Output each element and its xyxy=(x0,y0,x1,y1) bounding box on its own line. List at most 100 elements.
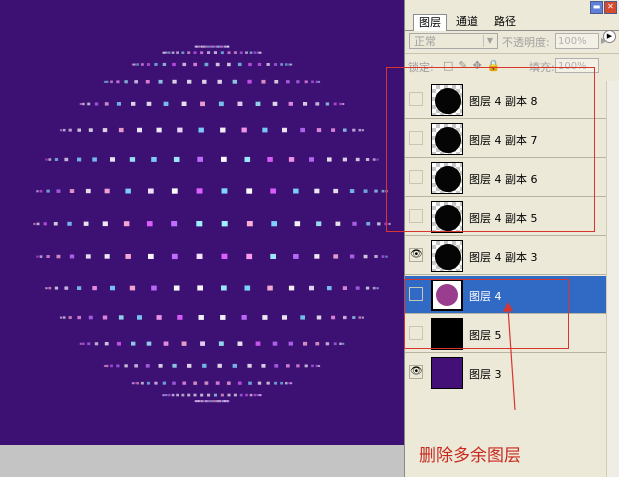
ball-sparkle xyxy=(333,188,339,194)
ball-sparkle xyxy=(151,157,157,162)
ball-sparkle xyxy=(158,79,163,84)
ball-sparkle xyxy=(220,51,224,55)
ball-sparkle xyxy=(309,157,314,162)
ball-sparkle xyxy=(237,101,243,106)
opacity-arrow-icon[interactable]: ▶ xyxy=(601,33,613,49)
ball-sparkle xyxy=(129,285,136,291)
ball-sparkle xyxy=(82,102,85,106)
ball-sparkle xyxy=(315,80,319,83)
opacity-label: 不透明度: xyxy=(502,36,550,49)
ball-sparkle xyxy=(181,101,187,106)
tab-layers[interactable]: 图层 xyxy=(413,14,447,31)
ball-sparkle xyxy=(162,62,167,66)
ball-sparkle xyxy=(304,80,308,84)
ball-sparkle xyxy=(262,127,268,133)
ball-sparkle xyxy=(36,190,39,193)
ball-sparkle xyxy=(205,400,208,403)
ball-sparkle xyxy=(272,341,278,346)
ball-sparkle xyxy=(218,400,221,403)
ball-sparkle xyxy=(355,286,360,290)
ball-sparkle xyxy=(213,393,217,397)
ball-sparkle xyxy=(59,129,63,132)
ball-sparkle xyxy=(285,382,288,385)
ball-sparkle xyxy=(110,157,115,162)
ball-sparkle xyxy=(131,101,136,106)
ball-sparkle xyxy=(325,102,330,106)
ball-sparkle xyxy=(163,394,166,397)
ball-sparkle xyxy=(358,128,362,132)
ball-sparkle xyxy=(286,364,290,368)
ball-sparkle xyxy=(204,62,209,67)
ball-sparkle xyxy=(288,285,295,291)
ball-sparkle xyxy=(85,254,91,259)
ball-sparkle xyxy=(204,381,209,385)
ball-sparkle xyxy=(374,189,378,193)
ball-sparkle xyxy=(293,188,299,194)
ball-sparkle xyxy=(92,157,97,162)
ball-sparkle xyxy=(39,255,43,258)
ball-sparkle xyxy=(207,400,210,403)
close-icon[interactable]: ✕ xyxy=(604,1,617,14)
ball-sparkle xyxy=(342,286,347,290)
ball-sparkle xyxy=(146,381,150,385)
ball-sparkle xyxy=(217,79,222,84)
layer-row[interactable]: 👁 图层 4 副本 3 xyxy=(405,237,606,275)
ball-sparkle xyxy=(218,341,224,346)
ball-sparkle xyxy=(290,382,293,385)
ball-sparkle xyxy=(123,221,130,227)
ball-sparkle xyxy=(221,221,228,227)
ball-sparkle xyxy=(133,63,136,66)
ball-sparkle xyxy=(315,102,320,106)
blend-mode-select[interactable]: 正常 ▼ xyxy=(409,33,498,49)
ball-sparkle xyxy=(317,365,321,367)
ball-sparkle xyxy=(220,127,226,133)
ball-sparkle xyxy=(316,128,322,133)
ball-sparkle xyxy=(339,342,342,345)
ball-sparkle xyxy=(233,393,237,397)
ball-sparkle xyxy=(257,381,262,385)
layers-scrollbar[interactable] xyxy=(606,81,619,477)
ball-sparkle xyxy=(249,393,253,397)
ball-sparkle xyxy=(92,286,97,291)
ball-sparkle xyxy=(363,254,368,259)
ball-sparkle xyxy=(245,393,248,397)
ball-sparkle xyxy=(146,221,153,227)
layer-name: 图层 4 副本 3 xyxy=(469,251,538,264)
ball-sparkle xyxy=(377,222,381,226)
ball-sparkle xyxy=(227,51,231,54)
ball-sparkle xyxy=(163,341,169,346)
ball-sparkle xyxy=(285,63,288,66)
ball-sparkle xyxy=(213,51,217,54)
ball-sparkle xyxy=(207,51,211,54)
ball-sparkle xyxy=(156,127,162,133)
ball-sparkle xyxy=(193,393,197,397)
ball-sparkle xyxy=(246,188,253,194)
ball-sparkle xyxy=(217,363,222,368)
ball-sparkle xyxy=(255,341,261,346)
ball-sparkle xyxy=(62,128,66,132)
ball-sparkle xyxy=(221,285,227,291)
ball-sparkle xyxy=(282,127,287,133)
ball-sparkle xyxy=(244,156,251,162)
ball-sparkle xyxy=(116,364,120,368)
eye-icon[interactable]: 👁 xyxy=(409,365,423,379)
ball-sparkle xyxy=(137,315,142,320)
ball-sparkle xyxy=(247,79,252,84)
ball-sparkle xyxy=(274,80,279,84)
blend-row: 正常 ▼ 不透明度: 100% ▶ xyxy=(405,30,619,52)
ball-sparkle xyxy=(200,51,204,55)
eye-icon[interactable]: 👁 xyxy=(409,248,423,262)
ball-sparkle xyxy=(36,255,39,258)
tab-paths[interactable]: 路径 xyxy=(489,14,521,30)
document-canvas[interactable] xyxy=(0,0,404,445)
ball-sparkle xyxy=(201,45,204,48)
minimize-icon[interactable]: ▬ xyxy=(590,1,603,14)
ball-sparkle xyxy=(286,80,290,84)
panel-tabs: 图层 通道 路径 ▶ xyxy=(405,14,619,43)
ball-sparkle xyxy=(48,286,52,290)
ball-sparkle xyxy=(181,51,185,54)
ball-sparkle xyxy=(88,315,93,320)
tab-channels[interactable]: 通道 xyxy=(451,14,483,30)
ball-sparkle xyxy=(209,400,212,403)
opacity-field[interactable]: 100% xyxy=(555,33,599,49)
